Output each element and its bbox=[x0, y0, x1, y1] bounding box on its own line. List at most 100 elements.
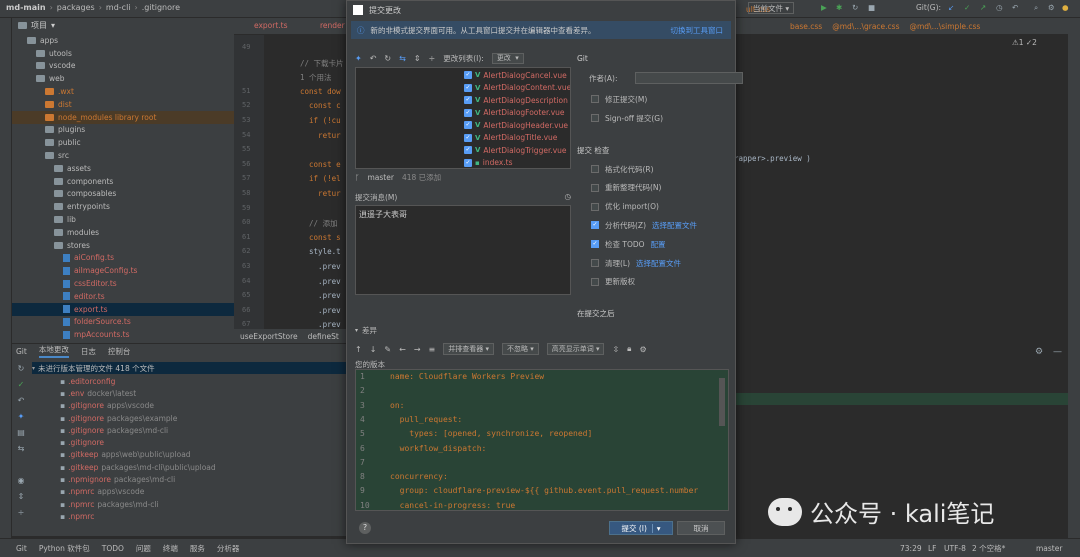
list-item[interactable]: ▪ .npmignore packages\md-cli bbox=[60, 473, 175, 485]
tree-item[interactable]: utools bbox=[12, 47, 234, 60]
tree-item[interactable]: modules bbox=[12, 226, 234, 239]
tab-console[interactable]: 控制台 bbox=[108, 346, 131, 357]
eye-icon[interactable]: ◉ bbox=[16, 476, 26, 486]
tree-item[interactable]: src bbox=[12, 149, 234, 162]
checkbox[interactable] bbox=[591, 202, 599, 211]
tree-item[interactable]: aiConfig.ts bbox=[12, 252, 234, 265]
status-python-packages[interactable]: Python 软件包 bbox=[39, 543, 90, 554]
cursor-position[interactable]: 73:29 bbox=[900, 544, 922, 553]
branch[interactable]: master bbox=[1036, 544, 1062, 553]
checkbox[interactable]: ✓ bbox=[464, 71, 472, 80]
indent[interactable]: 2 个空格* bbox=[972, 543, 1005, 554]
inspection-widget[interactable]: ⚠1 ✓2 bbox=[1012, 38, 1037, 47]
diff-icon[interactable]: ⇆ bbox=[16, 444, 26, 454]
function-crumb[interactable]: useExportStore bbox=[240, 332, 298, 341]
history-icon[interactable]: ◷ bbox=[564, 192, 571, 204]
breadcrumb-item[interactable]: md-cli bbox=[106, 3, 131, 12]
checkbox[interactable]: ✓ bbox=[464, 96, 472, 105]
editor-tab[interactable]: render bbox=[320, 21, 345, 30]
status-problems[interactable]: 问题 bbox=[136, 543, 151, 554]
changelist-dropdown[interactable]: 更改 ▾ bbox=[491, 52, 524, 64]
list-item[interactable]: ▪ .npmrc bbox=[60, 510, 97, 522]
checkbox[interactable]: ✓ bbox=[591, 240, 599, 249]
status-services[interactable]: 服务 bbox=[190, 543, 205, 554]
tree-item[interactable]: composables bbox=[12, 188, 234, 201]
tree-item[interactable]: aiImageConfig.ts bbox=[12, 264, 234, 277]
breadcrumb-item[interactable]: .gitignore bbox=[142, 3, 180, 12]
tree-item[interactable]: vscode bbox=[12, 60, 234, 73]
help-button[interactable]: ? bbox=[359, 522, 371, 534]
check-option[interactable]: 重新整理代码(N) bbox=[591, 182, 661, 194]
checkbox[interactable] bbox=[591, 165, 599, 173]
file-row[interactable]: ✓ V AlertDialogCancel.vue bbox=[464, 69, 567, 82]
configure-link[interactable]: 选择配置文件 bbox=[652, 220, 697, 231]
ignore-dropdown[interactable]: 不忽略 ▾ bbox=[501, 343, 539, 355]
status-git[interactable]: Git bbox=[16, 544, 27, 553]
signoff-checkbox[interactable]: Sign-off 提交(G) bbox=[591, 112, 663, 124]
rollback-icon[interactable]: ↶ bbox=[370, 54, 377, 63]
move-icon[interactable]: ✦ bbox=[16, 412, 26, 422]
collapse-icon[interactable]: ÷ bbox=[429, 54, 436, 63]
arrow-down-icon[interactable]: ↓ bbox=[370, 345, 377, 354]
tree-item[interactable]: lib bbox=[12, 213, 234, 226]
run-config-dropdown[interactable]: 当前文件 ▾ bbox=[748, 2, 795, 14]
minimize-icon[interactable]: — bbox=[1053, 347, 1062, 357]
tree-item[interactable]: node_modules library root bbox=[12, 110, 234, 124]
configure-link[interactable]: 选择配置文件 bbox=[636, 258, 681, 269]
list-item[interactable]: ▪ .env docker\latest bbox=[60, 387, 136, 399]
history-icon[interactable]: ◷ bbox=[996, 3, 1003, 12]
checkbox[interactable] bbox=[591, 259, 599, 267]
editor-tab[interactable]: @md\...\grace.css bbox=[832, 22, 899, 31]
tree-item[interactable]: editor.ts bbox=[12, 290, 234, 303]
arrow-up-icon[interactable]: ↑ bbox=[355, 345, 362, 354]
commit-icon[interactable]: ✓ bbox=[964, 3, 970, 12]
tree-item[interactable]: assets bbox=[12, 162, 234, 175]
refresh-icon[interactable]: ↻ bbox=[384, 54, 391, 63]
file-row[interactable]: ✓ V AlertDialogDescription bbox=[464, 94, 568, 107]
diff-viewer[interactable]: 1 name: Cloudflare Workers Preview 2 3 on: 4 … bbox=[355, 369, 729, 511]
file-row[interactable]: ✓ V AlertDialogTrigger.vue bbox=[464, 144, 567, 157]
debug-icon[interactable]: ✱ bbox=[836, 3, 842, 12]
file-row[interactable]: ✓ V AlertDialogHeader.vue bbox=[464, 119, 568, 132]
checkbox[interactable]: ✓ bbox=[464, 146, 472, 155]
commit-button[interactable]: 提交 (I) ▾ bbox=[609, 521, 673, 535]
file-row[interactable]: ✓ V AlertDialogFooter.vue bbox=[464, 107, 565, 120]
commit-check-icon[interactable]: ✓ bbox=[16, 380, 26, 390]
editor-tab[interactable]: export.ts bbox=[254, 21, 288, 30]
function-crumb[interactable]: defineSt bbox=[308, 332, 339, 341]
tree-item[interactable]: export.ts bbox=[12, 302, 234, 316]
list-item[interactable]: ▪ .gitkeep apps\web\public\upload bbox=[60, 449, 191, 461]
file-row[interactable]: ✓ ▪ index.ts bbox=[464, 157, 513, 169]
arrow-right-icon[interactable]: → bbox=[414, 345, 421, 354]
sync-scroll-icon[interactable]: ⇳ bbox=[612, 345, 619, 354]
status-terminal[interactable]: 终端 bbox=[163, 543, 178, 554]
changes-group[interactable]: ▾ 未进行版本管理的文件 418 个文件 bbox=[32, 362, 346, 375]
highlight-dropdown[interactable]: 高亮显示单词 ▾ bbox=[546, 343, 605, 355]
scrollbar-thumb[interactable] bbox=[719, 378, 725, 426]
check-option[interactable]: 格式化代码(R) bbox=[591, 163, 654, 175]
encoding[interactable]: UTF-8 bbox=[944, 544, 966, 553]
file-row[interactable]: ✓ V AlertDialogContent.vue bbox=[464, 82, 570, 95]
status-profiler[interactable]: 分析器 bbox=[217, 543, 240, 554]
gear-icon[interactable]: ⚙ bbox=[1035, 347, 1043, 357]
rollback-icon[interactable]: ↶ bbox=[16, 396, 26, 406]
expand-icon[interactable]: ⇕ bbox=[414, 54, 421, 63]
checkbox[interactable] bbox=[591, 183, 599, 192]
settings-icon[interactable]: ⚙ bbox=[1048, 3, 1055, 12]
check-option[interactable]: 优化 import(O) bbox=[591, 201, 659, 213]
configure-link[interactable]: 配置 bbox=[651, 239, 666, 250]
tree-item[interactable]: apps bbox=[12, 34, 234, 47]
checkbox[interactable]: ✓ bbox=[464, 158, 472, 167]
checkbox[interactable]: ✓ bbox=[464, 121, 472, 130]
checkbox[interactable]: ✓ bbox=[464, 108, 472, 117]
tree-item[interactable]: cssEditor.ts bbox=[12, 277, 234, 290]
checkbox[interactable] bbox=[591, 277, 599, 286]
tree-item[interactable]: entrypoints bbox=[12, 200, 234, 213]
viewer-dropdown[interactable]: 并排查看器 ▾ bbox=[443, 343, 494, 355]
amend-checkbox[interactable]: 修正提交(M) bbox=[591, 93, 647, 105]
tree-item[interactable]: web bbox=[12, 72, 234, 85]
move-icon[interactable]: ✦ bbox=[355, 54, 362, 63]
list-item[interactable]: ▪ .gitignore packages\md-cli bbox=[60, 424, 168, 436]
breadcrumb-item[interactable]: packages bbox=[57, 3, 95, 12]
commit-dropdown-icon[interactable]: ▾ bbox=[651, 523, 661, 533]
